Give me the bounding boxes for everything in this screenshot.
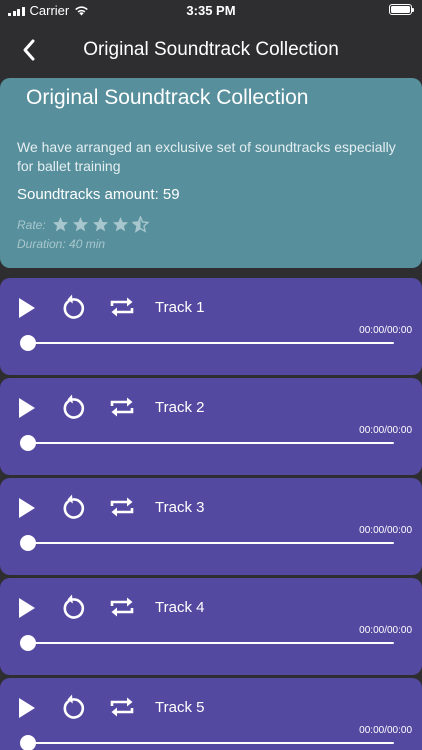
- track-time: 00:00/00:00: [359, 525, 412, 536]
- progress-thumb[interactable]: [20, 735, 36, 750]
- rate-label: Rate:: [17, 217, 46, 232]
- replay-button[interactable]: [59, 293, 87, 321]
- track-time: 00:00/00:00: [359, 625, 412, 636]
- rating-stars: [52, 216, 149, 233]
- track-time: 00:00/00:00: [359, 425, 412, 436]
- track-card: Track 2 00:00/00:00: [0, 378, 422, 475]
- star-full-icon: [112, 216, 128, 232]
- screen: Carrier 3:35 PM Original Soundtrack Coll…: [0, 0, 422, 750]
- repeat-icon: [110, 697, 134, 717]
- battery-icon: [389, 4, 414, 15]
- track-title: Track 2: [155, 399, 205, 416]
- play-button[interactable]: [17, 697, 37, 719]
- play-icon: [19, 498, 35, 518]
- collection-title: Original Soundtrack Collection: [26, 86, 309, 109]
- status-time: 3:35 PM: [186, 3, 236, 18]
- repeat-icon: [110, 497, 134, 517]
- collection-info-card: Original Soundtrack Collection We have a…: [0, 78, 422, 268]
- progress-thumb[interactable]: [20, 535, 36, 551]
- play-button[interactable]: [17, 397, 37, 419]
- progress-slider[interactable]: [28, 742, 394, 744]
- progress-slider[interactable]: [28, 542, 394, 544]
- replay-button[interactable]: [59, 693, 87, 721]
- track-card: Track 3 00:00/00:00: [0, 478, 422, 575]
- track-card: Track 4 00:00/00:00: [0, 578, 422, 675]
- play-button[interactable]: [17, 297, 37, 319]
- play-icon: [19, 298, 35, 318]
- star-full-icon: [72, 216, 88, 232]
- repeat-button[interactable]: [108, 493, 136, 521]
- play-icon: [19, 698, 35, 718]
- duration-label: Duration: 40 min: [17, 237, 106, 251]
- replay-button[interactable]: [59, 593, 87, 621]
- play-icon: [19, 598, 35, 618]
- track-time: 00:00/00:00: [359, 725, 412, 736]
- replay-icon: [63, 494, 85, 519]
- soundtracks-amount: Soundtracks amount: 59: [17, 186, 180, 203]
- repeat-button[interactable]: [108, 693, 136, 721]
- play-icon: [19, 398, 35, 418]
- repeat-icon: [110, 297, 134, 317]
- track-card: Track 1 00:00/00:00: [0, 278, 422, 375]
- track-title: Track 1: [155, 299, 205, 316]
- replay-icon: [63, 294, 85, 319]
- repeat-icon: [110, 597, 134, 617]
- progress-slider[interactable]: [28, 442, 394, 444]
- repeat-button[interactable]: [108, 293, 136, 321]
- repeat-button[interactable]: [108, 593, 136, 621]
- progress-slider[interactable]: [28, 342, 394, 344]
- rating-row: Rate:: [17, 216, 149, 233]
- star-half-icon: [131, 216, 149, 233]
- progress-thumb[interactable]: [20, 635, 36, 651]
- nav-title: Original Soundtrack Collection: [83, 39, 339, 60]
- replay-button[interactable]: [59, 393, 87, 421]
- replay-button[interactable]: [59, 493, 87, 521]
- status-bar: Carrier 3:35 PM: [0, 0, 422, 22]
- progress-thumb[interactable]: [20, 335, 36, 351]
- collection-description: We have arranged an exclusive set of sou…: [17, 139, 396, 174]
- track-title: Track 5: [155, 699, 205, 716]
- nav-bar: Original Soundtrack Collection: [0, 22, 422, 78]
- play-button[interactable]: [17, 497, 37, 519]
- replay-icon: [63, 594, 85, 619]
- progress-thumb[interactable]: [20, 435, 36, 451]
- replay-icon: [63, 694, 85, 719]
- track-title: Track 4: [155, 599, 205, 616]
- repeat-icon: [110, 397, 134, 417]
- play-button[interactable]: [17, 597, 37, 619]
- track-time: 00:00/00:00: [359, 325, 412, 336]
- star-full-icon: [92, 216, 108, 232]
- replay-icon: [63, 394, 85, 419]
- progress-slider[interactable]: [28, 642, 394, 644]
- repeat-button[interactable]: [108, 393, 136, 421]
- track-title: Track 3: [155, 499, 205, 516]
- track-card: Track 5 00:00/00:00: [0, 678, 422, 750]
- star-full-icon: [52, 216, 68, 232]
